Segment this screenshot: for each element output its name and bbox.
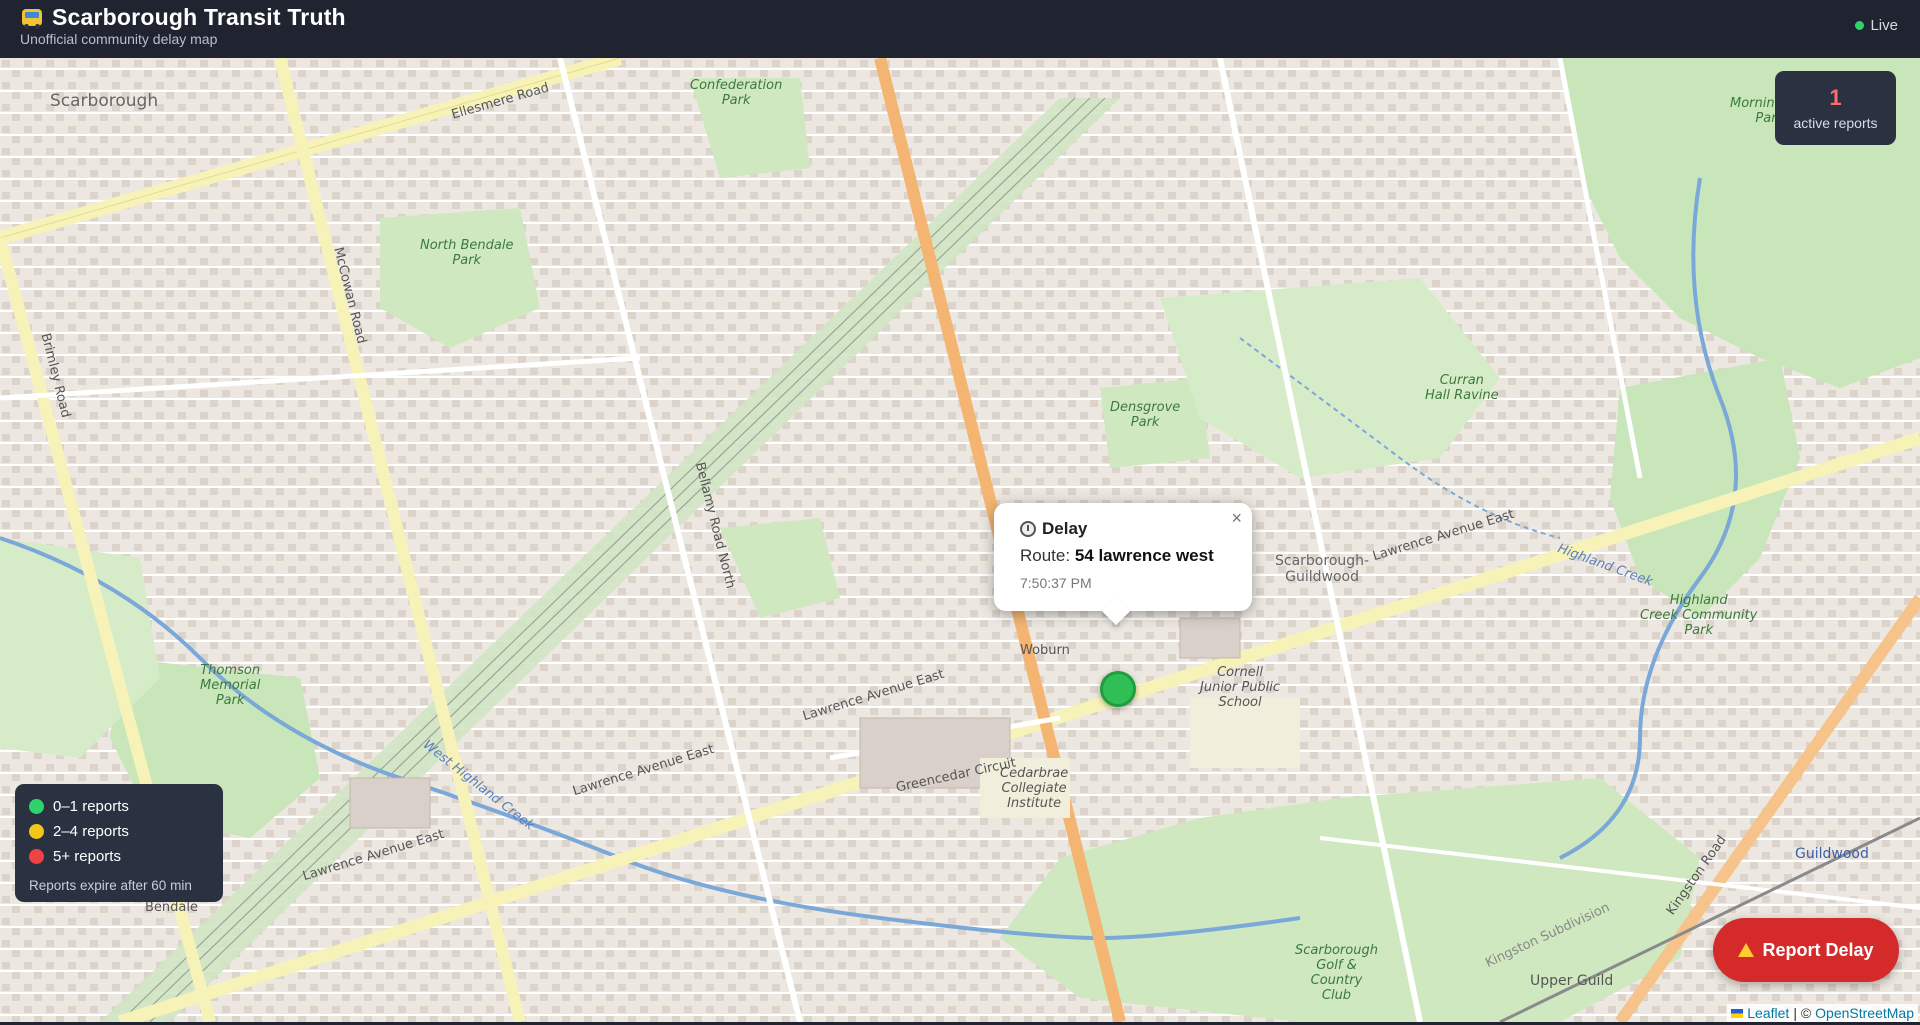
active-reports-count: 1 (1829, 85, 1842, 110)
park-label-curran-ravine: Curran Hall Ravine (1425, 373, 1499, 403)
park-label-highland-creek: Highland Creek Community Park (1640, 593, 1758, 638)
legend-item: 2–4 reports (29, 819, 209, 844)
popup-title: Delay (1042, 519, 1088, 538)
legend-item: 5+ reports (29, 844, 209, 869)
place-label-bendale: Bendale (145, 900, 198, 915)
live-label: Live (1870, 17, 1898, 34)
legend-note: Reports expire after 60 min (29, 878, 192, 893)
popup-time: 7:50:37 PM (1020, 575, 1092, 591)
delay-marker[interactable] (1100, 671, 1136, 707)
legend-label: 2–4 reports (53, 823, 129, 840)
brand: Scarborough Transit Truth (20, 4, 346, 31)
warning-icon (1738, 943, 1755, 957)
report-delay-label: Report Delay (1762, 939, 1874, 960)
live-dot-icon (1855, 21, 1865, 30)
attribution-separator: | © (1793, 1005, 1812, 1021)
place-label-cornell: Cornell Junior Public School (1200, 665, 1281, 710)
app-title: Scarborough Transit Truth (52, 4, 346, 30)
place-label-scarborough: Scarborough (50, 91, 159, 111)
delay-popup: × Delay Route: 54 lawrence west 7:50:37 … (994, 503, 1252, 611)
legend-item: 0–1 reports (29, 794, 209, 819)
map-tiles (0, 58, 1920, 1022)
park-label-confederation: Confederation Park (690, 78, 783, 108)
report-delay-button[interactable]: Report Delay (1713, 918, 1899, 982)
popup-route-name: 54 lawrence west (1074, 546, 1214, 565)
place-label-upper-guild: Upper Guild (1530, 973, 1614, 989)
osm-link[interactable]: OpenStreetMap (1815, 1005, 1914, 1021)
map[interactable]: Scarborough Ellesmere Road McCowan Road … (0, 58, 1920, 1022)
place-label-scarborough-guildwood: Scarborough- Guildwood (1275, 553, 1370, 585)
active-reports-counter: 1 active reports (1775, 71, 1896, 145)
legend-label: 0–1 reports (53, 798, 129, 815)
legend: 0–1 reports 2–4 reports 5+ reports Repor… (15, 784, 223, 902)
active-reports-label: active reports (1793, 115, 1878, 131)
place-label-golf-club: Scarborough Golf & Country Club (1295, 943, 1378, 1003)
place-label-cedarbrae: Cedarbrae Collegiate Institute (1000, 766, 1069, 811)
ukraine-flag-icon (1731, 1008, 1744, 1018)
popup-header: Delay (1020, 519, 1226, 539)
place-label-woburn: Woburn (1020, 643, 1070, 658)
stopwatch-icon (1020, 521, 1036, 537)
place-label-guildwood: Guildwood (1795, 846, 1869, 862)
leaflet-link[interactable]: Leaflet (1747, 1005, 1789, 1021)
red-dot-icon (29, 849, 44, 864)
park-label-north-bendale: North Bendale Park (420, 238, 514, 268)
popup-route-prefix: Route: (1020, 546, 1071, 565)
yellow-dot-icon (29, 824, 44, 839)
popup-route: Route: 54 lawrence west (1020, 546, 1226, 566)
map-attribution: Leaflet | © OpenStreetMap (1727, 1004, 1918, 1022)
park-label-thomson: Thomson Memorial Park (200, 663, 261, 708)
bus-icon (20, 7, 44, 29)
green-dot-icon (29, 799, 44, 814)
app-header: Scarborough Transit Truth Unofficial com… (0, 0, 1920, 58)
park-label-densgrove: Densgrove Park (1110, 400, 1181, 430)
popup-close-button[interactable]: × (1231, 508, 1242, 529)
live-indicator: Live (1855, 17, 1898, 34)
app-subtitle: Unofficial community delay map (20, 31, 218, 47)
legend-label: 5+ reports (53, 848, 121, 865)
